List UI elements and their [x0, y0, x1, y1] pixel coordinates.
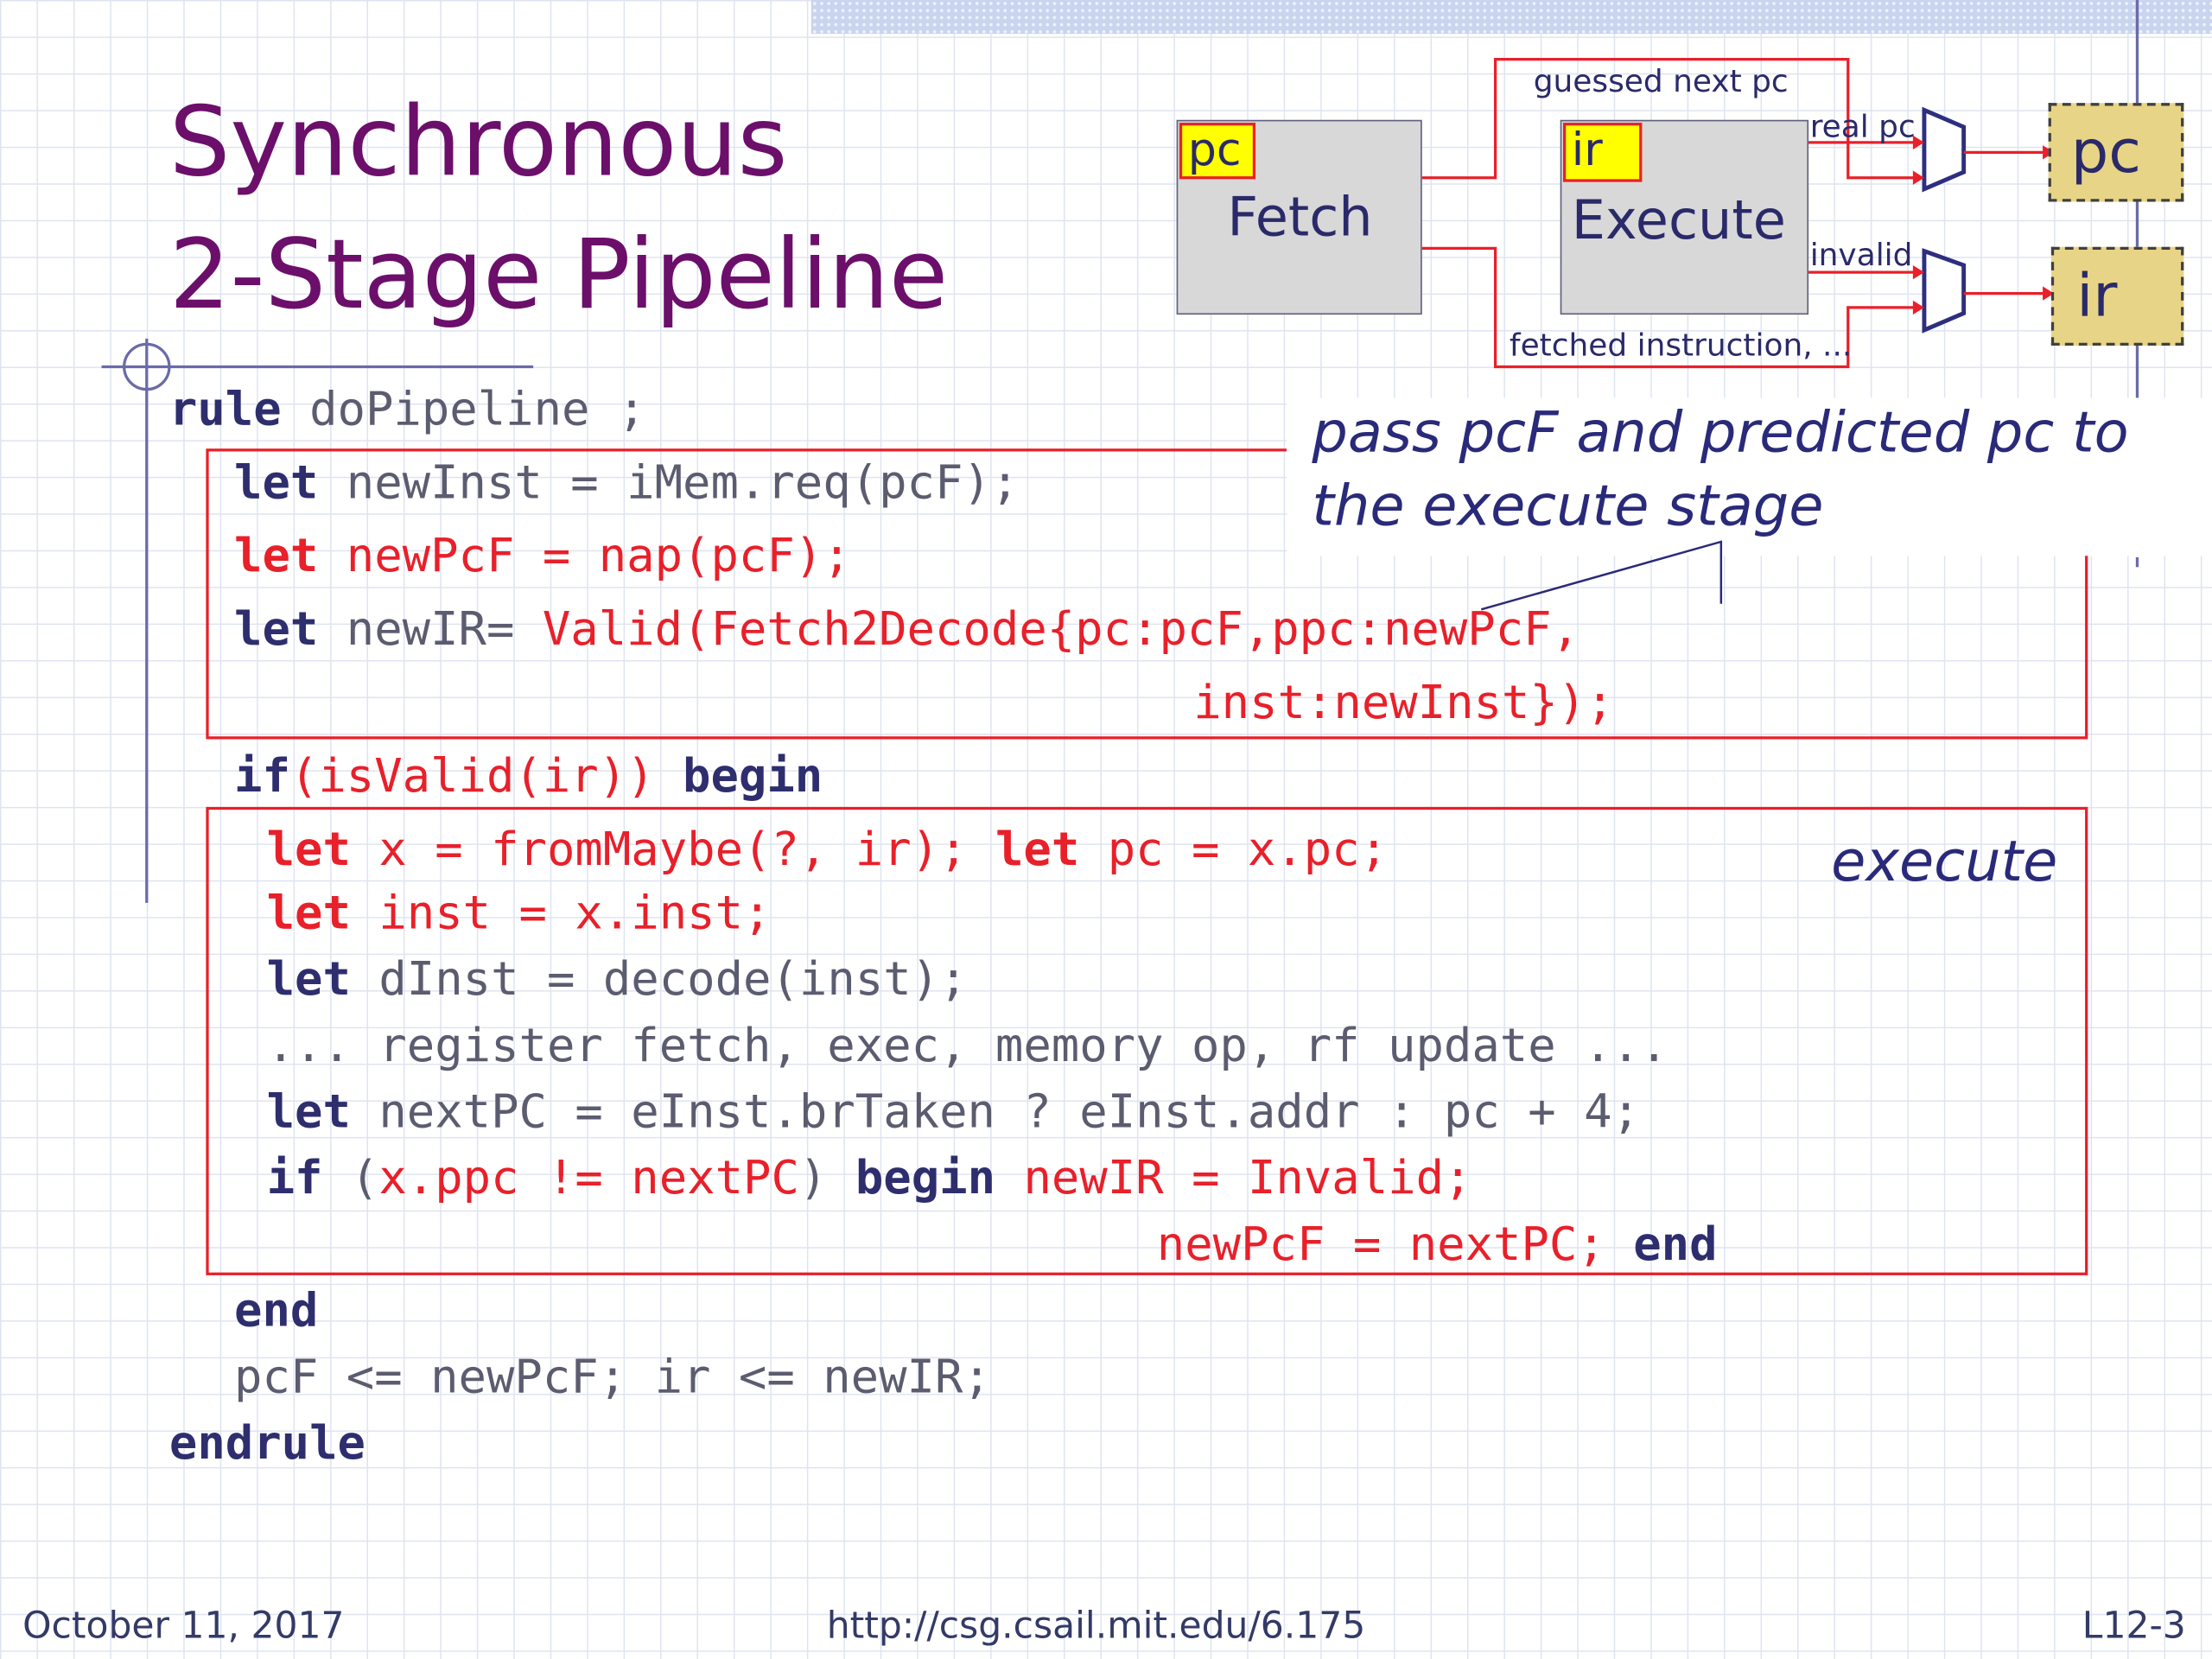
- code-line-newpcf-assign: newPcF = nextPC; end: [1157, 1216, 1718, 1272]
- code-line-if-valid: if(isValid(ir)) begin: [234, 747, 823, 804]
- code-line-inst: inst:newInst});: [1193, 674, 1614, 730]
- code-line-decode: let dInst = decode(inst);: [267, 950, 968, 1007]
- footer-date: October 11, 2017: [22, 1605, 345, 1648]
- code-line-nextpc: let nextPC = eInst.brTaken ? eInst.addr …: [267, 1084, 1640, 1140]
- code-line-assign: pcF <= newPcF; ir <= newIR;: [234, 1348, 991, 1404]
- code-line-newir: let newIR= Valid(Fetch2Decode{pc:pcF,ppc…: [234, 601, 1580, 658]
- code-assign: newIR = Invalid;: [1023, 1149, 1472, 1205]
- kw-let: let: [234, 527, 319, 583]
- code-text: newIR=: [318, 601, 543, 657]
- code-text: x = fromMaybe(?, ir);: [350, 821, 968, 876]
- footer-url: http://csg.csail.mit.edu/6.175: [826, 1605, 1366, 1648]
- annotation-execute: execute: [1831, 829, 2058, 895]
- code-line-let-x: let x = fromMaybe(?, ir); let pc = x.pc;: [267, 821, 1389, 877]
- kw-if: if: [266, 1149, 323, 1205]
- code-paren-open: (: [322, 1149, 379, 1205]
- code-text: nextPC = eInst.brTaken ? eInst.addr : pc…: [350, 1083, 1641, 1139]
- kw-rule: rule: [168, 380, 282, 436]
- kw-let: let: [995, 821, 1080, 876]
- code-paren-close: ): [798, 1149, 828, 1205]
- footer-slide-number: L12-3: [2082, 1605, 2186, 1648]
- code-text-red: Valid(Fetch2Decode{pc:pcF,ppc:newPcF,: [542, 601, 1580, 657]
- code-text: newInst = iMem.req(pcF);: [318, 454, 1020, 510]
- kw-if: if: [234, 747, 290, 803]
- code-line-let-inst: let inst = x.inst;: [267, 885, 772, 941]
- code-line-ellipsis: ... register fetch, exec, memory op, rf …: [266, 1017, 1669, 1072]
- kw-let: let: [266, 884, 351, 940]
- kw-let: let: [266, 821, 351, 876]
- code-text: newPcF = nap(pcF);: [318, 527, 851, 583]
- kw-begin: begin: [855, 1149, 996, 1205]
- slide: Synchronous 2-Stage Pipeline Fetch pc Ex…: [0, 0, 2212, 1659]
- kw-let: let: [266, 950, 351, 1007]
- kw-begin: begin: [683, 747, 823, 803]
- code-line-newpcf: let newPcF = nap(pcF);: [234, 528, 851, 584]
- code-line-endrule: endrule: [168, 1414, 365, 1471]
- code-cond: (isValid(ir)): [289, 747, 655, 803]
- code-assign: newPcF = nextPC;: [1156, 1216, 1605, 1272]
- code-text: inst = x.inst;: [350, 884, 772, 940]
- code-cond: x.ppc != nextPC: [378, 1149, 799, 1205]
- code-line-if-mispredict: if (x.ppc != nextPC) begin newIR = Inval…: [267, 1150, 1472, 1206]
- kw-end: end: [1633, 1216, 1718, 1272]
- code-line-end: end: [234, 1282, 319, 1338]
- rule-name: doPipeline ;: [281, 380, 646, 436]
- kw-let: let: [234, 601, 319, 657]
- code-line-rule: rule doPipeline ;: [169, 381, 645, 437]
- kw-let: let: [234, 454, 319, 510]
- kw-let: let: [266, 1083, 351, 1139]
- code-text: pc = x.pc;: [1079, 821, 1389, 876]
- code-line-newinst: let newInst = iMem.req(pcF);: [234, 454, 1019, 511]
- code-text: dInst = decode(inst);: [350, 950, 968, 1007]
